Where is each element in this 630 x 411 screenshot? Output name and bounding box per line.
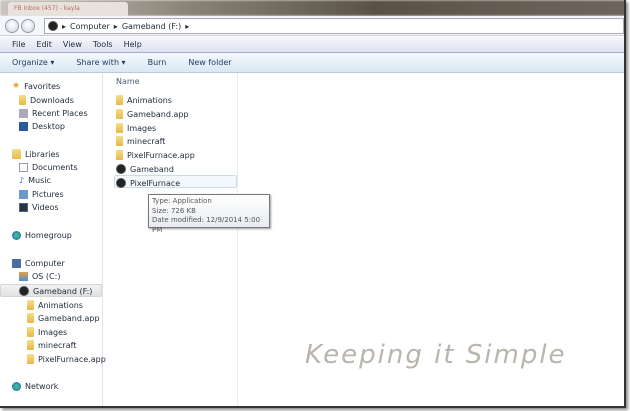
menu-file[interactable]: File	[12, 40, 25, 49]
desktop-icon	[19, 122, 28, 131]
organize-button[interactable]: Organize ▾	[12, 58, 54, 67]
folder-icon	[27, 327, 34, 337]
pixelfurnace-app-icon	[116, 178, 126, 188]
file-item[interactable]: Gameband	[116, 164, 174, 174]
downloads-icon	[19, 95, 26, 105]
folder-icon	[27, 340, 34, 350]
nav-sub-minecraft[interactable]: minecraft	[27, 340, 76, 350]
chevron-right-icon: ▸	[62, 21, 67, 31]
nav-libraries[interactable]: Libraries	[12, 149, 60, 159]
nav-sub-animations[interactable]: Animations	[27, 300, 83, 310]
recent-places-icon	[19, 109, 28, 118]
nav-favorites[interactable]: ★ Favorites	[12, 81, 60, 91]
nav-gameband-f[interactable]: Gameband (F:)	[19, 286, 92, 296]
folder-icon	[27, 354, 34, 364]
watermark: Keeping it Simple	[305, 340, 567, 370]
videos-icon	[19, 203, 28, 212]
folder-icon	[116, 150, 123, 160]
gameband-drive-icon	[19, 286, 29, 296]
nav-sub-gameband-app[interactable]: Gameband.app	[27, 313, 100, 323]
tooltip-type: Type: Application	[152, 197, 212, 205]
file-item[interactable]: PixelFurnace.app	[116, 150, 195, 160]
file-item[interactable]: Images	[116, 123, 156, 133]
nav-videos[interactable]: Videos	[19, 203, 59, 212]
folder-icon	[27, 313, 34, 323]
explorer-window: FB Inbox (457) - kayla ▸ Computer ▸ Game…	[0, 0, 626, 408]
nav-network[interactable]: Network	[12, 382, 58, 391]
share-with-button[interactable]: Share with ▾	[76, 58, 125, 67]
breadcrumb-gameband[interactable]: Gameband (F:)	[122, 22, 181, 31]
network-icon	[12, 382, 21, 391]
documents-icon	[19, 163, 28, 172]
computer-icon	[12, 259, 21, 268]
nav-computer[interactable]: Computer	[12, 259, 65, 268]
menu-edit[interactable]: Edit	[36, 40, 52, 49]
nav-os-c[interactable]: OS (C:)	[19, 272, 60, 281]
tooltip-date: Date modified: 12/9/2014 5:00 PM	[152, 216, 261, 234]
forward-button[interactable]	[21, 19, 35, 33]
nav-recent-places[interactable]: Recent Places	[19, 109, 88, 118]
gameband-app-icon	[116, 164, 126, 174]
menu-help[interactable]: Help	[124, 40, 142, 49]
drive-icon	[19, 272, 28, 281]
nav-desktop[interactable]: Desktop	[19, 122, 65, 131]
column-divider[interactable]	[237, 73, 238, 406]
address-bar-row: ▸ Computer ▸ Gameband (F:) ▸	[0, 16, 624, 36]
tooltip-size: Size: 726 KB	[152, 206, 196, 215]
tooltip: Type: Application Size: 726 KB Date modi…	[148, 194, 270, 234]
folder-icon	[27, 300, 34, 310]
breadcrumb-computer[interactable]: Computer	[70, 22, 110, 31]
burn-button[interactable]: Burn	[148, 58, 167, 67]
menu-view[interactable]: View	[63, 40, 82, 49]
file-item[interactable]: Gameband.app	[116, 109, 189, 119]
browser-tab[interactable]: FB Inbox (457) - kayla	[8, 2, 128, 16]
menu-tools[interactable]: Tools	[93, 40, 113, 49]
file-item[interactable]: minecraft	[116, 136, 165, 146]
libraries-icon	[12, 149, 21, 159]
nav-downloads[interactable]: Downloads	[19, 95, 74, 105]
file-item[interactable]: PixelFurnace	[116, 178, 180, 188]
navigation-pane: ★ Favorites Downloads Recent Places Deskt…	[0, 73, 106, 406]
file-item[interactable]: Animations	[116, 95, 172, 105]
folder-icon	[116, 123, 123, 133]
back-button[interactable]	[5, 19, 19, 33]
nav-music[interactable]: ♪ Music	[19, 176, 51, 185]
nav-sub-images[interactable]: Images	[27, 327, 67, 337]
folder-icon	[116, 136, 123, 146]
column-header-name[interactable]: Name	[116, 77, 140, 86]
folder-icon	[116, 95, 123, 105]
drive-icon	[48, 21, 58, 31]
music-icon: ♪	[19, 176, 25, 185]
nav-documents[interactable]: Documents	[19, 163, 78, 172]
nav-pictures[interactable]: Pictures	[19, 190, 64, 199]
chevron-right-icon[interactable]: ▸	[185, 22, 189, 31]
nav-sub-pixelfurnace-app[interactable]: PixelFurnace.app	[27, 354, 106, 364]
homegroup-icon	[12, 231, 21, 240]
chevron-right-icon: ▸	[113, 21, 118, 31]
menu-bar: File Edit View Tools Help	[0, 37, 624, 53]
address-bar[interactable]: ▸ Computer ▸ Gameband (F:) ▸	[44, 18, 624, 34]
nav-homegroup[interactable]: Homegroup	[12, 231, 72, 240]
folder-icon	[116, 109, 123, 119]
new-folder-button[interactable]: New folder	[188, 58, 231, 67]
command-bar: Organize ▾ Share with ▾ Burn New folder	[0, 53, 624, 73]
pictures-icon	[19, 190, 28, 199]
star-icon: ★	[12, 81, 21, 91]
